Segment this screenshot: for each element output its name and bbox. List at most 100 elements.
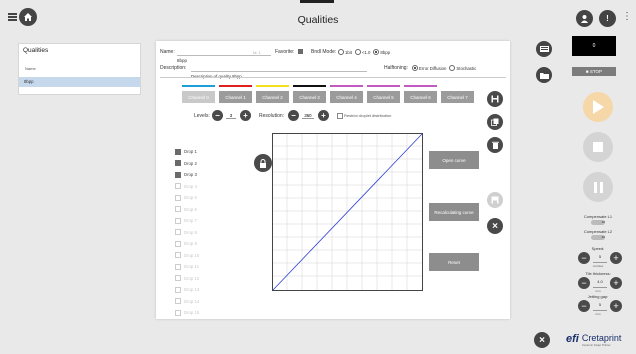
compensate-l2-toggle[interactable]: 20 bbox=[591, 235, 605, 240]
drop-checkbox-row: Drop 8 bbox=[175, 227, 215, 239]
drop-checkbox-row[interactable]: Drop 3 bbox=[175, 169, 215, 181]
stop-button[interactable]: ■ STOP bbox=[572, 67, 616, 76]
resolution-minus-button[interactable]: − bbox=[288, 110, 299, 121]
page-title: Qualities bbox=[297, 14, 339, 26]
efi-logo: efi bbox=[566, 333, 579, 345]
bindi-mode-options: 1bit <1.0 8bpp bbox=[338, 49, 390, 55]
jetting-gap-label: Jetting gap: bbox=[587, 294, 609, 299]
drop-checkbox[interactable] bbox=[175, 160, 181, 167]
folder-icon[interactable] bbox=[536, 67, 552, 83]
compensate-l1-toggle[interactable]: 20 bbox=[591, 220, 605, 225]
name-field-value: 8bpp bbox=[177, 58, 188, 63]
channel-tab-label: Channel 1 bbox=[219, 91, 252, 103]
exclamation-icon[interactable]: ! bbox=[599, 10, 616, 27]
channel-color-stripe bbox=[219, 85, 252, 87]
channel-tab-4[interactable]: Channel 4 bbox=[330, 85, 363, 103]
tile-plus-button[interactable]: + bbox=[610, 277, 622, 289]
copy-icon[interactable] bbox=[487, 114, 503, 130]
channel-tab-label: Channel 2 bbox=[256, 91, 289, 103]
channel-tab-3[interactable]: Channel 3 bbox=[293, 85, 326, 103]
speed-minus-button[interactable]: − bbox=[578, 252, 590, 264]
jetting-value[interactable]: 5 bbox=[593, 302, 607, 311]
levels-label: Levels: bbox=[194, 113, 210, 119]
channel-tab-label: Channel 7 bbox=[441, 91, 474, 103]
radio-1bit[interactable]: 1bit bbox=[338, 49, 352, 55]
open-curve-button[interactable]: Open curve bbox=[429, 151, 479, 169]
drop-checkbox-row[interactable]: Drop 2 bbox=[175, 158, 215, 170]
job-counter: 0 bbox=[572, 36, 616, 56]
levels-plus-button[interactable]: + bbox=[240, 110, 251, 121]
channel-tab-0[interactable]: Channel 0 bbox=[182, 85, 215, 103]
description-label: Description: bbox=[160, 65, 187, 71]
drop-label: Drop 15 bbox=[184, 310, 200, 316]
resolution-plus-button[interactable]: + bbox=[318, 110, 329, 121]
channel-tab-6[interactable]: Channel 6 bbox=[404, 85, 437, 103]
lock-icon[interactable] bbox=[254, 154, 272, 172]
drop-checkbox bbox=[175, 252, 181, 259]
radio-error-diffusion[interactable]: Error Diffusion bbox=[412, 65, 446, 71]
drop-checkbox bbox=[175, 206, 181, 213]
drop-checkbox[interactable] bbox=[175, 148, 181, 155]
radio-8bpp[interactable]: 8bpp bbox=[373, 49, 390, 55]
drop-checkbox-row: Drop 11 bbox=[175, 261, 215, 273]
close-bottom-icon[interactable]: × bbox=[534, 332, 550, 348]
channel-tab-label: Channel 3 bbox=[293, 91, 326, 103]
tile-minus-button[interactable]: − bbox=[578, 277, 590, 289]
save-icon[interactable] bbox=[487, 91, 503, 107]
channel-tabs: Channel 0 Channel 1 Channel 2 Channel 3 Chan… bbox=[182, 85, 480, 103]
quality-list-item[interactable]: 8bpp bbox=[19, 77, 140, 87]
drop-checkbox bbox=[175, 229, 181, 236]
favorite-label: Favorite: bbox=[275, 49, 295, 55]
close-icon[interactable]: × bbox=[487, 218, 503, 234]
user-icon[interactable] bbox=[576, 10, 593, 27]
channel-tab-2[interactable]: Channel 2 bbox=[256, 85, 289, 103]
drop-checkbox-row: Drop 9 bbox=[175, 238, 215, 250]
favorite-checkbox[interactable] bbox=[298, 49, 303, 54]
channel-tab-label: Channel 6 bbox=[404, 91, 437, 103]
drop-checkbox-row: Drop 4 bbox=[175, 181, 215, 193]
channel-tab-7[interactable]: Channel 7 bbox=[441, 85, 474, 103]
drop-label: Drop 4 bbox=[184, 183, 197, 189]
levels-minus-button[interactable]: − bbox=[212, 110, 223, 121]
keyboard-icon[interactable] bbox=[536, 41, 552, 57]
levels-value[interactable]: 3 bbox=[226, 113, 236, 119]
description-field[interactable]: Description of quality 8bpp bbox=[191, 65, 367, 79]
drop-checkbox-row: Drop 10 bbox=[175, 250, 215, 262]
stop-icon bbox=[583, 132, 613, 162]
jetting-plus-button[interactable]: + bbox=[610, 300, 622, 312]
drop-checkbox-row: Drop 15 bbox=[175, 307, 215, 319]
qualities-heading: Qualities bbox=[23, 47, 49, 54]
product-tagline: Ceramic Inkjet Printer bbox=[581, 343, 611, 347]
resolution-label: Resolution: bbox=[259, 113, 285, 119]
channel-tab-5[interactable]: Channel 5 bbox=[367, 85, 400, 103]
radio-lt1[interactable]: <1.0 bbox=[354, 49, 370, 55]
drop-label: Drop 8 bbox=[184, 229, 197, 235]
curve-graph[interactable] bbox=[272, 133, 423, 291]
drop-checkbox bbox=[175, 275, 181, 282]
drop-label: Drop 11 bbox=[184, 264, 199, 270]
reset-button[interactable]: Reset bbox=[429, 253, 479, 271]
channel-tab-label: Channel 5 bbox=[367, 91, 400, 103]
jetting-unit: mm bbox=[595, 312, 601, 316]
speed-plus-button[interactable]: + bbox=[610, 252, 622, 264]
delete-icon[interactable] bbox=[487, 137, 503, 153]
vertical-dots-icon[interactable]: ⋮ bbox=[622, 11, 632, 22]
drop-label: Drop 10 bbox=[184, 252, 200, 258]
tile-value[interactable]: 4.0 bbox=[593, 279, 607, 288]
drop-label: Drop 7 bbox=[184, 218, 197, 224]
speed-value[interactable]: 5 bbox=[593, 254, 607, 263]
channel-tab-1[interactable]: Channel 1 bbox=[219, 85, 252, 103]
recalculating-curve-button[interactable]: Recalculating curve bbox=[429, 203, 479, 221]
drop-checkbox-row: Drop 6 bbox=[175, 204, 215, 216]
radio-stochastic[interactable]: Stochastic bbox=[449, 65, 476, 71]
resolution-value[interactable]: 360 bbox=[302, 113, 314, 119]
top-bar: Qualities ! ⋮ bbox=[0, 0, 636, 38]
drop-checkbox-row[interactable]: Drop 1 bbox=[175, 146, 215, 158]
jetting-minus-button[interactable]: − bbox=[578, 300, 590, 312]
restrict-checkbox[interactable] bbox=[337, 113, 343, 119]
drop-checkbox-row: Drop 12 bbox=[175, 273, 215, 285]
compensate-l1-label: Compensate L1 bbox=[583, 214, 613, 219]
drop-checkbox[interactable] bbox=[175, 171, 181, 178]
play-icon bbox=[583, 92, 613, 122]
drop-checkbox bbox=[175, 309, 181, 316]
